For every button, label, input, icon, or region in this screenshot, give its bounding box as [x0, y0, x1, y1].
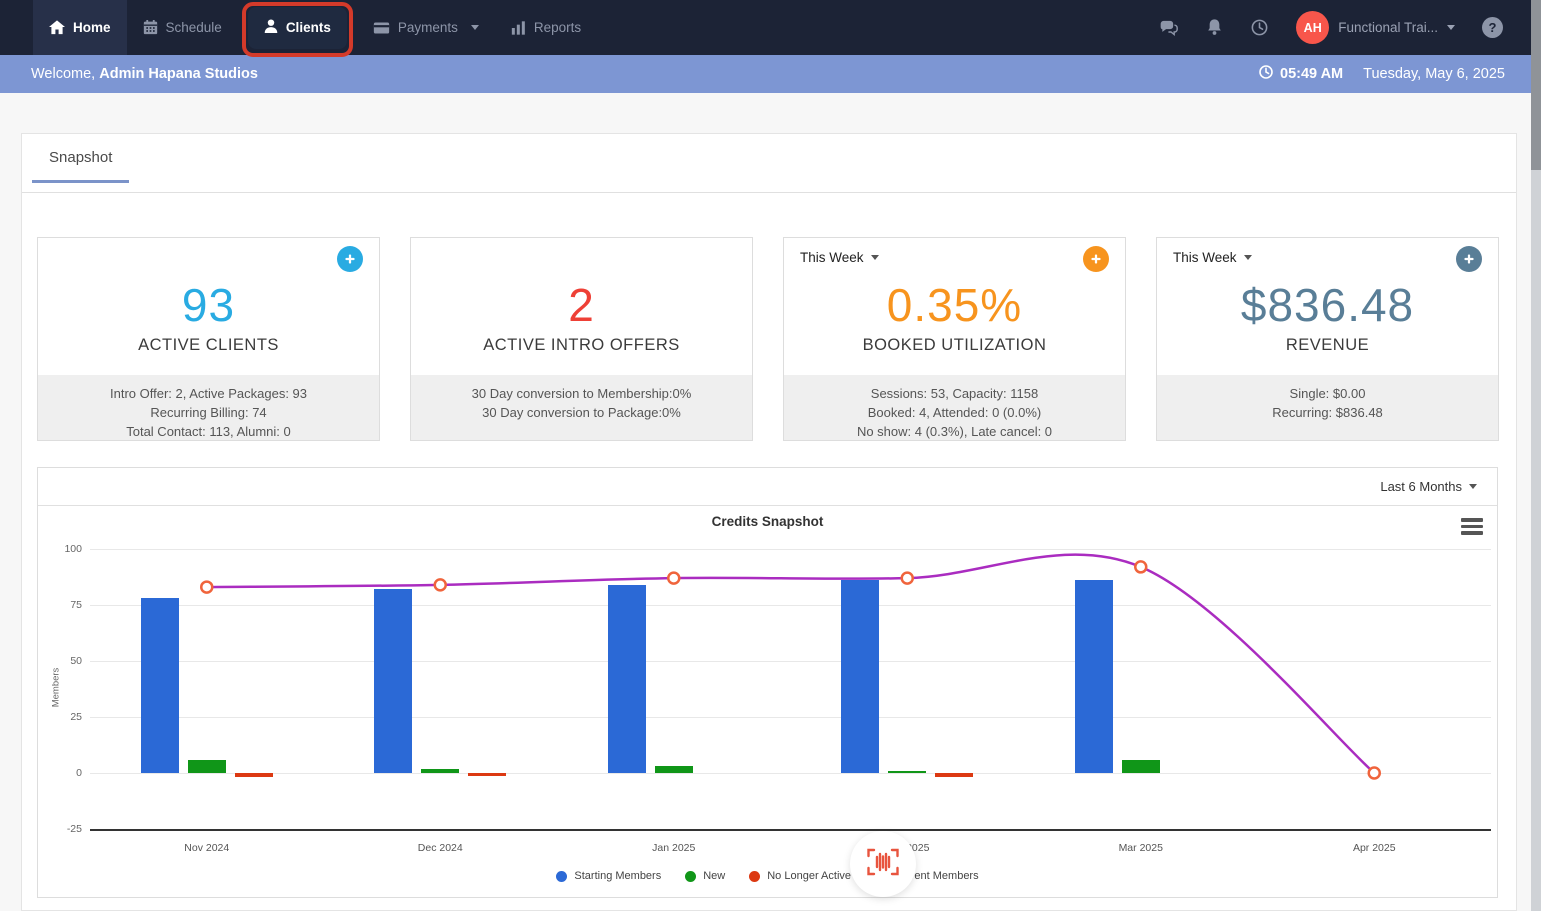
stat-value: 0.35% [784, 278, 1125, 332]
legend-swatch [749, 871, 760, 882]
nav-item-reports[interactable]: Reports [495, 0, 597, 55]
card-footer-line: No show: 4 (0.3%), Late cancel: 0 [784, 422, 1125, 441]
current-date: Tuesday, May 6, 2025 [1363, 66, 1505, 82]
nav-item-clients[interactable]: Clients [248, 7, 347, 49]
hamburger-icon[interactable] [1461, 518, 1483, 538]
legend-item-new: New [685, 870, 725, 882]
card-footer-line: Sessions: 53, Capacity: 1158 [784, 384, 1125, 403]
hapana-logo-overlay [850, 831, 916, 897]
line-marker [1135, 561, 1146, 572]
clock-icon[interactable] [1250, 18, 1269, 37]
chevron-down-icon [1447, 25, 1455, 30]
legend-label: No Longer Active [767, 870, 851, 882]
nav-item-schedule[interactable]: Schedule [127, 0, 238, 55]
stat-value: 2 [411, 278, 752, 332]
current-time: 05:49 AM [1258, 64, 1343, 84]
nav-items: Home Schedule Clients Payments Reports [33, 0, 597, 55]
bell-icon[interactable] [1206, 18, 1223, 37]
user-name: Admin Hapana Studios [99, 66, 258, 82]
stat-label: REVENUE [1157, 336, 1498, 355]
plus-icon[interactable] [1083, 246, 1109, 272]
card-footer-line: 30 Day conversion to Package:0% [411, 403, 752, 422]
stat-footer: 30 Day conversion to Membership:0%30 Day… [411, 375, 752, 440]
line-marker [435, 579, 446, 590]
stat-footer: Single: $0.00Recurring: $836.48 [1157, 375, 1498, 440]
tab-bar: Snapshot [22, 134, 1516, 193]
account-switcher[interactable]: Functional Trai... [1338, 20, 1455, 35]
avatar[interactable]: AH [1296, 11, 1329, 44]
chat-icon[interactable] [1159, 19, 1179, 36]
chart-legend: Starting MembersNewNo Longer ActiveCurre… [38, 870, 1497, 882]
card-active-intro-offers: 2 ACTIVE INTRO OFFERS 30 Day conversion … [410, 237, 753, 441]
nav-item-label: Payments [398, 20, 458, 35]
main-panel: Snapshot 93 ACTIVE CLIENTS Intro Offer: … [21, 133, 1517, 911]
line-marker [668, 573, 679, 584]
card-footer-line: Intro Offer: 2, Active Packages: 93 [38, 384, 379, 403]
plus-icon[interactable] [1456, 246, 1482, 272]
calendar-icon [143, 20, 158, 35]
time-text: 05:49 AM [1280, 66, 1343, 82]
nav-item-payments[interactable]: Payments [357, 0, 495, 55]
hapana-barcode-icon [865, 847, 901, 882]
stat-value: 93 [38, 278, 379, 332]
chevron-down-icon [471, 25, 479, 30]
plus-icon[interactable] [337, 246, 363, 272]
greeting-prefix: Welcome, [31, 66, 95, 82]
vertical-scrollbar [1531, 0, 1541, 911]
legend-swatch [556, 871, 567, 882]
clock-icon [1258, 64, 1274, 84]
home-icon [49, 20, 65, 35]
card-footer-line: Single: $0.00 [1157, 384, 1498, 403]
card-period-dropdown[interactable]: This Week [1173, 250, 1252, 265]
chart-plot-area: 1007550250-25Nov 2024Dec 2024Jan 2025Feb… [38, 468, 1497, 897]
tab-snapshot[interactable]: Snapshot [32, 134, 129, 183]
nav-item-label: Home [73, 20, 111, 35]
stat-label: BOOKED UTILIZATION [784, 336, 1125, 355]
line-marker [201, 582, 212, 593]
credits-snapshot-panel: Last 6 Months Credits Snapshot Members 1… [37, 467, 1498, 898]
account-label: Functional Trai... [1338, 20, 1438, 35]
chart-title: Credits Snapshot [38, 514, 1497, 529]
card-footer-line: Recurring Billing: 74 [38, 403, 379, 422]
stat-footer: Sessions: 53, Capacity: 1158Booked: 4, A… [784, 375, 1125, 440]
card-footer-line: Booked: 4, Attended: 0 (0.0%) [784, 403, 1125, 422]
card-footer-line: Recurring: $836.48 [1157, 403, 1498, 422]
nav-item-home[interactable]: Home [33, 0, 127, 55]
person-icon [264, 19, 278, 36]
stat-cards-row: 93 ACTIVE CLIENTS Intro Offer: 2, Active… [37, 237, 1499, 441]
welcome-bar: Welcome, Admin Hapana Studios 05:49 AM T… [0, 55, 1541, 93]
nav-right-cluster: AH Functional Trai... ? [1132, 11, 1503, 44]
card-booked-utilization: This Week 0.35% BOOKED UTILIZATION Sessi… [783, 237, 1126, 441]
card-period-dropdown[interactable]: This Week [800, 250, 879, 265]
help-icon[interactable]: ? [1482, 17, 1503, 38]
bar-chart-icon [511, 21, 526, 35]
top-navbar: Home Schedule Clients Payments Reports A… [0, 0, 1541, 55]
card-active-clients: 93 ACTIVE CLIENTS Intro Offer: 2, Active… [37, 237, 380, 441]
legend-label: New [703, 870, 725, 882]
legend-label: Starting Members [574, 870, 661, 882]
legend-item-no-longer-active: No Longer Active [749, 870, 851, 882]
legend-swatch [685, 871, 696, 882]
stat-label: ACTIVE INTRO OFFERS [411, 336, 752, 355]
line-marker [1369, 768, 1380, 779]
nav-item-label: Schedule [166, 20, 222, 35]
stat-label: ACTIVE CLIENTS [38, 336, 379, 355]
card-revenue: This Week $836.48 REVENUE Single: $0.00R… [1156, 237, 1499, 441]
welcome-datetime: 05:49 AM Tuesday, May 6, 2025 [1258, 64, 1505, 84]
nav-item-label: Clients [286, 20, 331, 35]
credit-card-icon [373, 21, 390, 35]
welcome-message: Welcome, Admin Hapana Studios [31, 66, 258, 82]
nav-item-label: Reports [534, 20, 581, 35]
stat-value: $836.48 [1157, 278, 1498, 332]
line-series-current-members [38, 468, 1497, 897]
line-marker [902, 573, 913, 584]
card-footer-line: 30 Day conversion to Membership:0% [411, 384, 752, 403]
scrollbar-thumb[interactable] [1531, 0, 1541, 170]
nav-item-clients-wrap: Clients [248, 0, 347, 55]
legend-item-starting-members: Starting Members [556, 870, 661, 882]
stat-footer: Intro Offer: 2, Active Packages: 93Recur… [38, 375, 379, 440]
card-footer-line: Total Contact: 113, Alumni: 0 [38, 422, 379, 441]
